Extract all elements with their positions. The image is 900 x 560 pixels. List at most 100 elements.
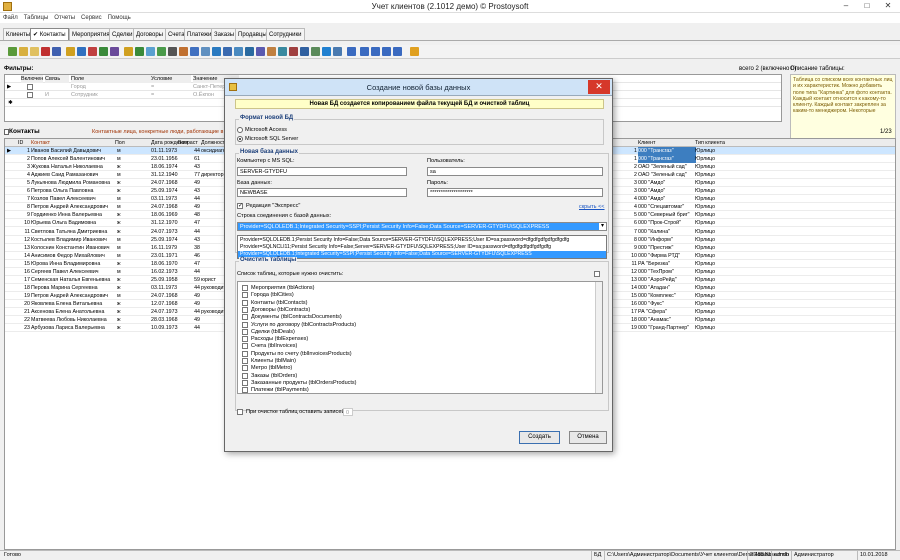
col-contact[interactable]: Контакт	[31, 139, 115, 147]
format-access-radio[interactable]	[237, 127, 243, 133]
cell-age[interactable]: 44	[180, 268, 200, 276]
cell-id[interactable]: 11	[18, 228, 31, 236]
table-item-checkbox[interactable]	[242, 285, 248, 291]
help-icon[interactable]	[322, 47, 331, 56]
cell-contact[interactable]: Колоснин Константин Иванович	[31, 244, 115, 252]
cell-dob[interactable]: 24.07.1968	[151, 292, 179, 300]
minimize-button[interactable]: –	[836, 1, 856, 12]
express-checkbox[interactable]: ✓	[237, 203, 243, 209]
filter-field[interactable]: Город	[71, 83, 151, 91]
cell-client-type[interactable]: Юрлицо	[695, 211, 731, 219]
cell-client[interactable]: 000 "Спецавтомаг"	[638, 203, 696, 211]
table-item-checkbox[interactable]	[242, 372, 248, 379]
table-item-checkbox[interactable]	[242, 379, 248, 386]
filter-enabled-checkbox[interactable]	[27, 92, 33, 98]
keep-records-checkbox[interactable]	[237, 409, 243, 415]
cell-contact[interactable]: Гордиенко Инна Валерьевна	[31, 211, 115, 219]
tab-sellers[interactable]: Продавцы	[235, 28, 270, 40]
cell-id[interactable]: 23	[18, 324, 30, 332]
cell-sex[interactable]: ж	[117, 324, 137, 332]
cell-client-type[interactable]: Юрлицо	[695, 228, 731, 236]
filter-clear-icon[interactable]	[110, 47, 119, 56]
cell-age[interactable]: 49	[180, 300, 200, 308]
select-all-checkbox[interactable]	[594, 271, 600, 277]
cell-client[interactable]: 000 "Амдо"	[638, 187, 696, 195]
cell-age[interactable]: 48	[180, 211, 200, 219]
filter-cond[interactable]: =	[151, 83, 191, 91]
cell-sex[interactable]: м	[117, 171, 137, 179]
cell-contact[interactable]: Лукьянова Людмила Романовна	[31, 179, 115, 187]
cell-client[interactable]: 000 "Фирма РТД"	[638, 252, 696, 260]
export-icon[interactable]	[157, 47, 166, 56]
cell-sex[interactable]: ж	[117, 163, 137, 171]
table-item-checkbox[interactable]	[242, 350, 248, 357]
connstr-option[interactable]: Provider=SQLNCLI11;Persist Security Info…	[238, 244, 606, 251]
table-item-checkbox[interactable]	[242, 343, 248, 350]
cell-contact[interactable]: Светлова Татьяна Дмитриевна	[31, 228, 115, 236]
cell-position[interactable]	[201, 260, 225, 268]
cell-position[interactable]	[201, 228, 225, 236]
cell-contact[interactable]: Петрова Ольга Павловна	[31, 187, 115, 195]
cell-contact[interactable]: Матвеева Любовь Николаевна	[31, 316, 115, 324]
cell-position[interactable]: руководит	[201, 308, 225, 316]
keep-records-label[interactable]: При очистке таблиц оставить записей:	[246, 409, 346, 415]
cell-id[interactable]: 16	[18, 268, 30, 276]
chevron-down-icon[interactable]: ▾	[599, 223, 606, 230]
print-icon[interactable]	[168, 47, 177, 56]
tab-employees[interactable]: Сотрудники	[266, 28, 305, 40]
cell-client[interactable]: 000 "ТехПром"	[638, 268, 696, 276]
cell-client-id[interactable]: 11	[619, 260, 638, 268]
cell-client-type[interactable]: Юрлицо	[695, 316, 731, 324]
cell-id[interactable]: 17	[18, 276, 30, 284]
edit-icon[interactable]	[19, 47, 28, 56]
cell-sex[interactable]: м	[117, 195, 137, 203]
cell-position[interactable]	[201, 316, 225, 324]
cell-client[interactable]: 000 "Престиж"	[638, 244, 696, 252]
cell-dob[interactable]: 24.07.1973	[151, 308, 179, 316]
cell-contact[interactable]: Сергеев Павел Алексеевич	[31, 268, 115, 276]
cell-client-type[interactable]: Юрлицо	[695, 252, 731, 260]
cell-id[interactable]: 1	[18, 147, 30, 155]
cell-dob[interactable]: 31.12.1940	[151, 171, 179, 179]
prev-record-icon[interactable]	[371, 47, 380, 56]
cell-client-type[interactable]: Юрлицо	[695, 195, 731, 203]
cell-dob[interactable]: 10.09.1973	[151, 324, 179, 332]
col-age[interactable]: Возраст	[178, 139, 200, 147]
zoom-icon[interactable]	[201, 47, 210, 56]
cell-position[interactable]	[201, 300, 225, 308]
cell-age[interactable]: 49	[180, 203, 200, 211]
filter-remove-icon[interactable]	[88, 47, 97, 56]
table-item-checkbox[interactable]	[242, 299, 248, 306]
link-icon[interactable]	[278, 47, 287, 56]
filter-apply-icon[interactable]	[99, 47, 108, 56]
cell-position[interactable]: руководит	[201, 284, 225, 292]
cell-client[interactable]: РА "Сфера"	[638, 308, 696, 316]
menu-file[interactable]: Файл	[0, 13, 21, 23]
col-sex[interactable]: Пол	[115, 139, 139, 147]
prev-page-icon[interactable]	[360, 47, 369, 56]
cell-client[interactable]: ОАО "Зеленый сад"	[638, 163, 696, 171]
cell-contact[interactable]: Петров Андрей Александрович	[31, 203, 115, 211]
filter-icon[interactable]	[66, 47, 75, 56]
cell-sex[interactable]: ж	[117, 228, 137, 236]
table-item-checkbox[interactable]	[242, 306, 248, 313]
cell-dob[interactable]: 25.09.1958	[151, 276, 179, 284]
phone-icon[interactable]	[245, 47, 254, 56]
cell-position[interactable]	[201, 219, 225, 227]
cell-client[interactable]: 000 "Прок-Строй"	[638, 219, 696, 227]
cell-client-type[interactable]: Юрлицо	[695, 284, 731, 292]
cell-id[interactable]: 4	[18, 171, 30, 179]
cell-id[interactable]: 10	[18, 219, 30, 227]
cell-client-type[interactable]: Юрлицо	[695, 300, 731, 308]
cell-client[interactable]: 000 "Атадан"	[638, 284, 696, 292]
cell-id[interactable]: 7	[18, 195, 30, 203]
format-sql-label[interactable]: Microsoft SQL Server	[245, 136, 298, 142]
cell-dob[interactable]: 31.12.1970	[151, 219, 179, 227]
menu-tables[interactable]: Таблицы	[21, 13, 52, 23]
cell-age[interactable]: 43	[180, 236, 200, 244]
filter-field[interactable]: Сотрудник	[71, 91, 151, 99]
cell-contact[interactable]: Петров Андрей Александрович	[31, 292, 115, 300]
cell-contact[interactable]: Козлов Павел Алексеевич	[31, 195, 115, 203]
add-icon[interactable]	[8, 47, 17, 56]
cell-age[interactable]: 44	[180, 228, 200, 236]
